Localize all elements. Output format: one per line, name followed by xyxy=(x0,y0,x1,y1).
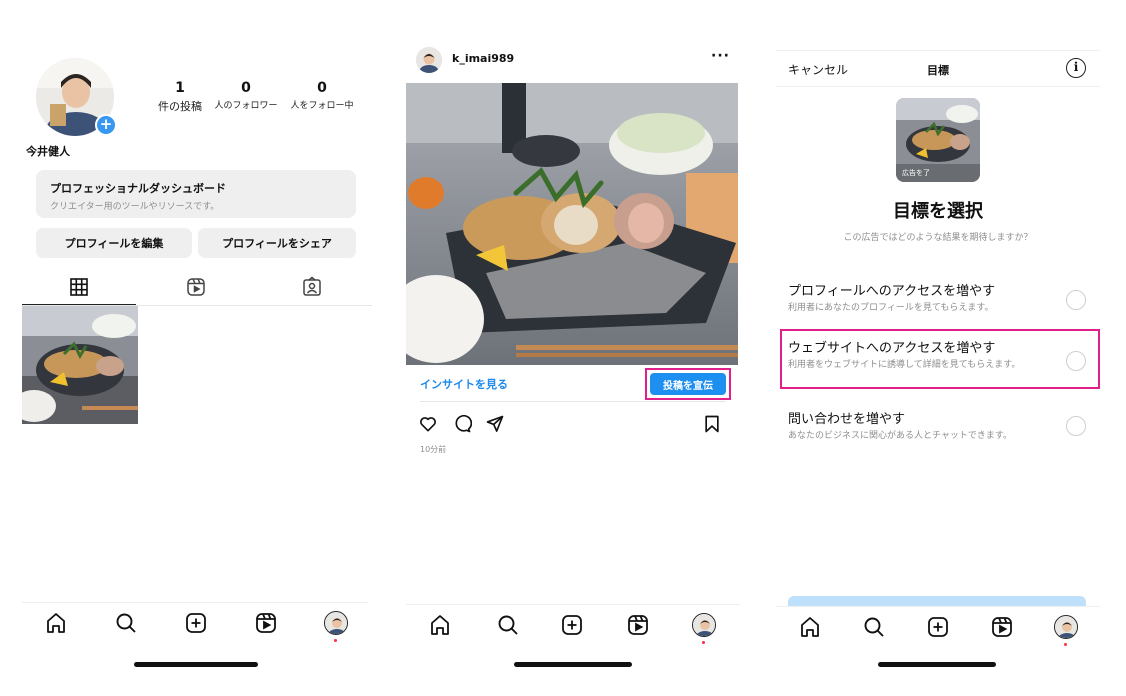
share-profile-button[interactable]: プロフィールをシェア xyxy=(198,228,356,258)
home-icon[interactable] xyxy=(798,615,822,639)
reels-icon[interactable] xyxy=(990,615,1014,639)
goal-option-website[interactable]: ウェブサイトへのアクセスを増やす 利用者をウェブサイトに誘導して詳細を見てもらえ… xyxy=(776,337,1100,385)
profile-avatar[interactable]: + xyxy=(36,58,117,136)
add-story-icon[interactable]: + xyxy=(95,114,117,136)
stat-followers[interactable]: 0 人のフォロワー xyxy=(206,80,286,111)
header-divider xyxy=(776,86,1100,87)
promote-post-button[interactable]: 投稿を宣伝 xyxy=(650,373,726,395)
home-indicator xyxy=(514,662,632,667)
bottom-nav xyxy=(22,602,368,642)
post-username[interactable]: k_imai989 xyxy=(452,52,514,65)
stat-following-label: 人をフォロー中 xyxy=(290,101,354,111)
thumb-label: 広告を了 xyxy=(902,169,930,177)
post-author-avatar[interactable] xyxy=(416,47,442,73)
profile-avatar-icon[interactable] xyxy=(692,613,716,637)
more-options-icon[interactable]: ··· xyxy=(711,48,730,64)
grid-icon[interactable] xyxy=(68,276,90,298)
search-icon[interactable] xyxy=(496,613,520,637)
stat-following-count: 0 xyxy=(317,80,327,96)
dashboard-title: プロフェッショナルダッシュボード xyxy=(50,182,226,195)
bookmark-icon[interactable] xyxy=(702,414,722,434)
goal-option-messages[interactable]: 問い合わせを増やす あなたのビジネスに関心がある人とチャットできます。 xyxy=(776,408,1100,454)
heart-icon[interactable] xyxy=(418,414,438,434)
goal-option-title: プロフィールへのアクセスを増やす xyxy=(788,284,996,299)
radio-button[interactable] xyxy=(1066,416,1086,436)
divider xyxy=(420,401,726,402)
post-screen: k_imai989 ··· インサイトを見る 投稿を宣伝 10分前 xyxy=(406,0,740,696)
stat-posts[interactable]: 1 件の投稿 xyxy=(150,80,210,114)
notification-dot xyxy=(334,639,337,642)
profile-avatar-icon[interactable] xyxy=(1054,615,1078,639)
post-image[interactable] xyxy=(406,83,738,365)
goal-option-desc: 利用者にあなたのプロフィールを見てもらえます。 xyxy=(788,303,994,313)
stat-posts-label: 件の投稿 xyxy=(158,100,202,113)
post-thumbnail[interactable] xyxy=(22,306,138,424)
profile-screen: + 1 件の投稿 0 人のフォロワー 0 人をフォロー中 今井健人 プロフェッシ… xyxy=(22,0,372,696)
tagged-icon[interactable] xyxy=(301,276,323,298)
professional-dashboard-button[interactable]: プロフェッショナルダッシュボード クリエイター用のツールやリソースです。 xyxy=(36,170,356,218)
home-icon[interactable] xyxy=(428,613,452,637)
home-icon[interactable] xyxy=(44,611,68,635)
promote-highlight: 投稿を宣伝 xyxy=(645,368,731,400)
dashboard-subtitle: クリエイター用のツールやリソースです。 xyxy=(50,202,220,212)
reels-icon[interactable] xyxy=(254,611,278,635)
home-indicator xyxy=(134,662,258,667)
reels-icon[interactable] xyxy=(185,276,207,298)
notification-dot xyxy=(702,641,705,644)
stat-followers-count: 0 xyxy=(241,80,251,96)
goal-option-title: ウェブサイトへのアクセスを増やす xyxy=(788,341,996,356)
goal-option-desc: 利用者をウェブサイトに誘導して詳細を見てもらえます。 xyxy=(788,360,1021,370)
profile-name: 今井健人 xyxy=(26,145,70,158)
post-timestamp: 10分前 xyxy=(420,445,447,454)
bottom-nav xyxy=(406,604,740,644)
share-icon[interactable] xyxy=(485,414,505,434)
page-title: 目標 xyxy=(927,64,949,77)
next-button[interactable] xyxy=(788,596,1086,606)
radio-button[interactable] xyxy=(1066,290,1086,310)
goal-screen: キャンセル 目標 i 広告を了 目標を選択 この広告ではどのような結果を期待しま… xyxy=(776,0,1100,696)
radio-button[interactable] xyxy=(1066,351,1086,371)
goal-option-desc: あなたのビジネスに関心がある人とチャットできます。 xyxy=(788,431,1013,441)
search-icon[interactable] xyxy=(862,615,886,639)
create-icon[interactable] xyxy=(926,615,950,639)
ad-preview-thumbnail: 広告を了 xyxy=(896,98,980,182)
top-divider xyxy=(776,50,1100,51)
stat-following[interactable]: 0 人をフォロー中 xyxy=(282,80,362,111)
stat-followers-label: 人のフォロワー xyxy=(214,101,278,111)
stat-posts-count: 1 xyxy=(175,80,185,96)
reels-icon[interactable] xyxy=(626,613,650,637)
create-icon[interactable] xyxy=(560,613,584,637)
profile-avatar-icon[interactable] xyxy=(324,611,348,635)
notification-dot xyxy=(1064,643,1067,646)
goal-option-profile[interactable]: プロフィールへのアクセスを増やす 利用者にあなたのプロフィールを見てもらえます。 xyxy=(776,280,1100,326)
search-icon[interactable] xyxy=(114,611,138,635)
bottom-nav xyxy=(776,606,1100,646)
info-icon[interactable]: i xyxy=(1066,58,1086,78)
select-goal-heading: 目標を選択 xyxy=(893,201,983,222)
select-goal-subheading: この広告ではどのような結果を期待しますか？ xyxy=(843,233,1033,243)
view-insights-link[interactable]: インサイトを見る xyxy=(420,376,508,392)
active-tab-indicator xyxy=(22,304,136,305)
home-indicator xyxy=(878,662,996,667)
profile-tabs xyxy=(22,270,372,306)
goal-option-title: 問い合わせを増やす xyxy=(788,412,906,427)
edit-profile-button[interactable]: プロフィールを編集 xyxy=(36,228,192,258)
create-icon[interactable] xyxy=(184,611,208,635)
comment-icon[interactable] xyxy=(452,414,473,434)
